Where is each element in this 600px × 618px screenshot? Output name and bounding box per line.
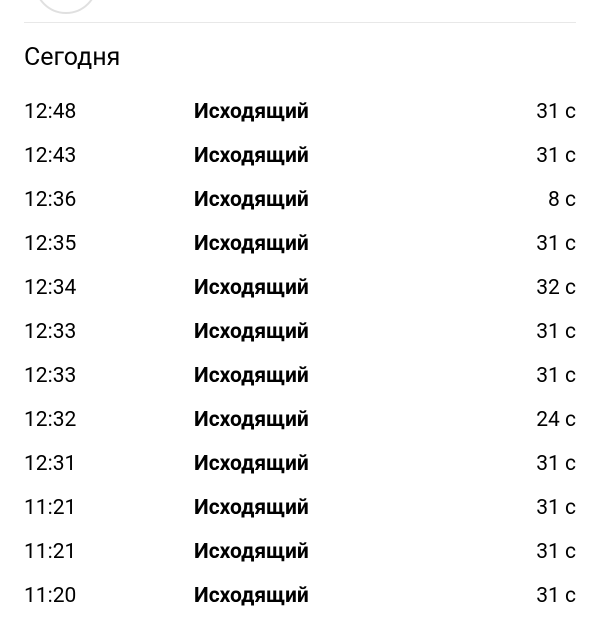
- call-time: 12:31: [24, 452, 194, 476]
- call-type: Исходящий: [194, 232, 309, 256]
- call-duration: 31 с: [536, 452, 576, 476]
- call-time: 12:48: [24, 100, 194, 124]
- avatar-icon: [34, 0, 96, 14]
- call-row[interactable]: 12:35Исходящий 31 с: [24, 222, 576, 266]
- call-type: Исходящий: [194, 496, 309, 520]
- call-time: 12:33: [24, 364, 194, 388]
- call-time: 12:43: [24, 144, 194, 168]
- call-duration: 8 с: [548, 188, 576, 212]
- call-row[interactable]: 11:20Исходящий 31 с: [24, 574, 576, 618]
- call-row[interactable]: 12:33Исходящий 31 с: [24, 310, 576, 354]
- divider: [24, 22, 576, 23]
- call-time: 12:35: [24, 232, 194, 256]
- section-header: Сегодня: [24, 43, 576, 72]
- call-time: 12:32: [24, 408, 194, 432]
- call-type: Исходящий: [194, 364, 309, 388]
- call-duration: 31 с: [536, 232, 576, 256]
- call-duration: 32 с: [536, 276, 576, 300]
- call-type: Исходящий: [194, 452, 309, 476]
- call-type: Исходящий: [194, 408, 309, 432]
- call-row[interactable]: 12:48Исходящий 31 с: [24, 90, 576, 134]
- call-type: Исходящий: [194, 100, 309, 124]
- call-type: Исходящий: [194, 540, 309, 564]
- call-row[interactable]: 12:43Исходящий 31 с: [24, 134, 576, 178]
- call-duration: 24 с: [536, 408, 576, 432]
- call-type: Исходящий: [194, 188, 309, 212]
- call-row[interactable]: 11:21Исходящий 31 с: [24, 486, 576, 530]
- call-row[interactable]: 12:36Исходящий 8 с: [24, 178, 576, 222]
- call-row[interactable]: 12:32Исходящий 24 с: [24, 398, 576, 442]
- call-type: Исходящий: [194, 276, 309, 300]
- call-type: Исходящий: [194, 584, 309, 608]
- call-time: 12:36: [24, 188, 194, 212]
- call-duration: 31 с: [536, 496, 576, 520]
- call-time: 12:33: [24, 320, 194, 344]
- call-time: 11:20: [24, 584, 194, 608]
- call-time: 11:21: [24, 540, 194, 564]
- call-row[interactable]: 11:21Исходящий 31 с: [24, 530, 576, 574]
- call-duration: 31 с: [536, 364, 576, 388]
- call-duration: 31 с: [536, 320, 576, 344]
- call-row[interactable]: 12:33Исходящий 31 с: [24, 354, 576, 398]
- call-type: Исходящий: [194, 320, 309, 344]
- call-time: 11:21: [24, 496, 194, 520]
- call-duration: 31 с: [536, 584, 576, 608]
- call-duration: 31 с: [536, 540, 576, 564]
- call-time: 12:34: [24, 276, 194, 300]
- call-type: Исходящий: [194, 144, 309, 168]
- call-row[interactable]: 12:31Исходящий 31 с: [24, 442, 576, 486]
- call-row[interactable]: 12:34Исходящий 32 с: [24, 266, 576, 310]
- call-duration: 31 с: [536, 144, 576, 168]
- avatar-partial: [24, 0, 576, 18]
- call-list: 12:48Исходящий31 с12:43Исходящий31 с12:3…: [24, 90, 576, 618]
- call-duration: 31 с: [536, 100, 576, 124]
